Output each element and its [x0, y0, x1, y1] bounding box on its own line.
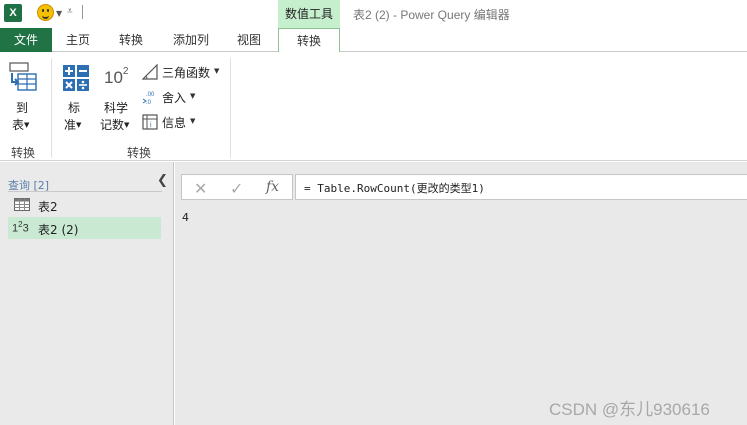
confirm-formula-icon[interactable]: ✓ — [230, 179, 243, 198]
to-table-button[interactable]: 到 表▼ — [6, 62, 40, 134]
chevron-down-icon: ▼ — [76, 121, 82, 129]
round-label: 舍入 — [162, 91, 187, 105]
chevron-down-icon: ▼ — [214, 67, 220, 75]
queries-pane: 查询 [2] ❮ 表2 123 表2 (2) — [0, 162, 174, 425]
scientific-base: 10 — [104, 68, 123, 87]
scientific-label-1: 科学 — [104, 101, 129, 115]
fx-icon[interactable]: fx — [266, 179, 279, 195]
tab-view[interactable]: 视图 — [226, 28, 272, 52]
triangle-angle-icon — [142, 64, 158, 80]
group-divider — [230, 58, 231, 158]
to-table-label-2: 表▼ — [12, 116, 29, 133]
standard-operations-icon — [63, 65, 89, 91]
excel-app-icon[interactable]: X — [4, 4, 22, 22]
watermark: CSDN @东儿930616 — [549, 400, 710, 419]
result-value: 4 — [182, 211, 189, 224]
chevron-down-icon: ▼ — [124, 121, 130, 129]
formula-text: = Table.RowCount(更改的类型1) — [304, 182, 485, 195]
tab-number-transform[interactable]: 转换 — [278, 28, 340, 53]
to-table-icon — [9, 62, 37, 91]
group-label-transform: 转换 — [126, 146, 151, 160]
group-label-convert: 转换 — [10, 146, 35, 160]
title-bar: X ▼ ⩡ 数值工具 表2 (2) - Power Query 编辑器 — [0, 0, 747, 28]
queries-divider — [8, 191, 162, 192]
scientific-label-2-text: 记数 — [100, 118, 125, 132]
scientific-button[interactable]: 102 科学 记数▼ — [98, 62, 136, 134]
trigonometry-button[interactable]: 三角函数 ▼ — [142, 62, 222, 82]
formula-input[interactable]: = Table.RowCount(更改的类型1) — [295, 174, 747, 200]
scientific-notation-icon: 102 — [104, 66, 128, 88]
query-item-table2-2[interactable]: 123 表2 (2) — [8, 217, 161, 239]
quick-access-customize-icon[interactable]: ⩡ — [67, 6, 73, 17]
group-divider — [51, 58, 52, 158]
scientific-label-2: 记数▼ — [100, 116, 129, 133]
to-table-label-1: 到 — [16, 101, 29, 115]
chevron-down-icon[interactable]: ▼ — [56, 9, 62, 18]
query-item-label: 表2 — [38, 200, 58, 214]
tab-file[interactable]: 文件 — [0, 28, 52, 52]
smiley-feedback-icon[interactable] — [37, 4, 54, 21]
scientific-exp: 2 — [122, 66, 129, 77]
table-icon — [14, 198, 30, 211]
tab-transform[interactable]: 转换 — [108, 28, 154, 52]
query-item-label: 表2 (2) — [38, 223, 79, 237]
formula-controls: ✕ ✓ fx — [181, 174, 293, 200]
information-icon: i — [142, 114, 158, 130]
standard-label-2: 准▼ — [64, 116, 81, 133]
window-title: 表2 (2) - Power Query 编辑器 — [353, 8, 510, 22]
decimal-round-icon: .00 .0 — [142, 92, 155, 105]
round-button[interactable]: .00 .0 舍入 ▼ — [142, 87, 198, 107]
chevron-down-icon: ▼ — [190, 92, 196, 100]
to-table-label-2-text: 表 — [12, 118, 25, 132]
information-label: 信息 — [162, 116, 187, 130]
number-type-icon: 123 — [12, 220, 29, 235]
main-preview-area: ✕ ✓ fx = Table.RowCount(更改的类型1) 4 CSDN @… — [175, 162, 747, 425]
cancel-formula-icon[interactable]: ✕ — [194, 179, 207, 198]
ribbon-panel: 到 表▼ 标 准▼ 102 科学 记数▼ 三角函数 ▼ .00 .0 舍入 ▼ … — [0, 52, 747, 161]
standard-button[interactable]: 标 准▼ — [60, 62, 92, 134]
svg-text:.0: .0 — [146, 100, 152, 105]
standard-label-2-text: 准 — [64, 118, 77, 132]
standard-label-1: 标 — [68, 101, 81, 115]
trigonometry-label: 三角函数 — [162, 66, 211, 80]
tab-add-column[interactable]: 添加列 — [164, 28, 218, 52]
query-item-table2[interactable]: 表2 — [8, 194, 161, 216]
tab-home[interactable]: 主页 — [56, 28, 100, 52]
information-button[interactable]: i 信息 ▼ — [142, 112, 198, 132]
context-tab-header: 数值工具 — [278, 0, 340, 28]
ribbon-tabs: 文件 主页 转换 添加列 视图 转换 — [0, 28, 747, 53]
chevron-down-icon: ▼ — [190, 117, 196, 125]
svg-text:.00: .00 — [146, 92, 155, 98]
title-divider — [82, 5, 83, 19]
chevron-down-icon: ▼ — [24, 121, 30, 129]
collapse-chevron-icon[interactable]: ❮ — [157, 173, 168, 188]
